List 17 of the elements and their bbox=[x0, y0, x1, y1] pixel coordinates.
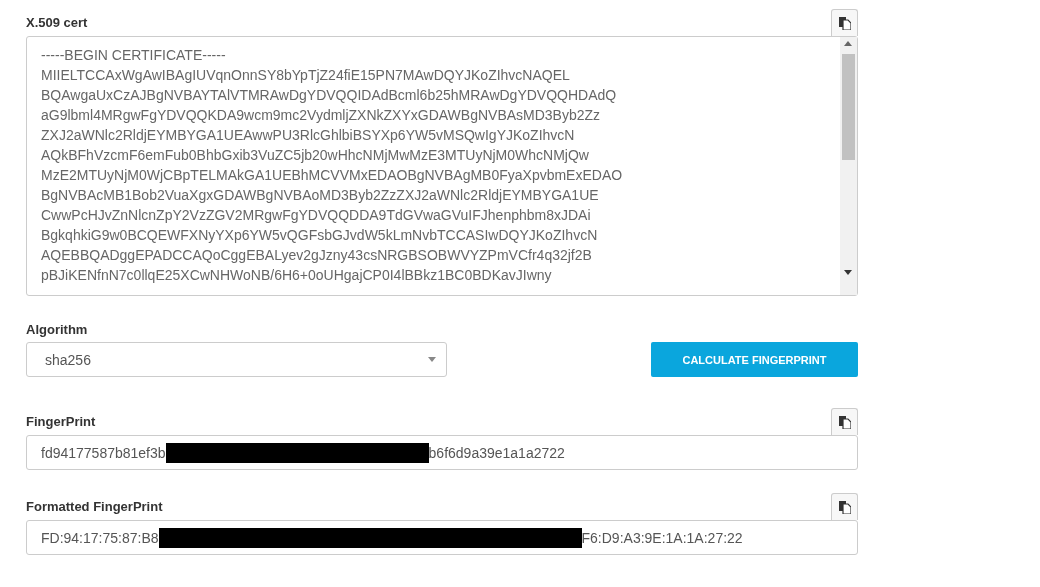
certificate-field[interactable]: -----BEGIN CERTIFICATE----- MIIELTCCAxWgAwIBAgIUVqnOnnSY8bYpTjZ24fiE15PN7MAwDQYJKoZIhvcNAQEL BQAwgaUxCzAJBgNVBAYTAlVTMRAwDgYDVQQIDAdBcml6b25hMRAwDgYDVQQHDAdQ aG9lbml4MRgwFgYDVQQKDA9wcm9mc2VydmljZXNkZXYxGDAWBgNVBAsMD3Byb2Zz ZXJ2aWNlc2RldjEYMBYGA1UEAwwPU3RlcGhlbiBSYXp6YW5vMSQwIgYJKoZIhvcN AQkBFhVzcmF6emFub0BhbGxib3VuZC5jb20wHhcNMjMwMzE3MTUyNjM0WhcNMjQw MzE2MTUyNjM0WjCBpTELMAkGA1UEBhMCVVMxEDAOBgNVBAgMB0FyaXpvbmExEDAO BgNVBAcMB1Bob2VuaXgxGDAWBgNVBAoMD3Byb2ZzZXJ2aWNlc2RldjEYMBYGA1UE CwwPcHJvZnNlcnZpY2VzZGV2MRgwFgYDVQQDDA9TdGVwaGVuIFJhenphbm8xJDAi BgkqhkiG9w0BCQEWFXNyYXp6YW5vQGFsbGJvdW5kLmNvbTCCASIwDQYJKoZIhvcN AQEBBQADggEPADCCAQoCggEBALyev2gJzny43csNRGBSOBWVYZPmVCfr4q32jf2B pBJiKENfnN7c0llqE25XCwNHWoNB/6H6+0oUHgajCP0I4lBBkz1BC0BDKavJIwny bbox=[26, 36, 858, 296]
field-label: Formatted FingerPrint bbox=[26, 499, 163, 516]
field-label: Algorithm bbox=[26, 322, 88, 339]
copy-icon bbox=[838, 16, 851, 30]
scroll-down-icon[interactable] bbox=[844, 270, 852, 275]
field-label: FingerPrint bbox=[26, 414, 96, 431]
fingerprint-field[interactable]: fd94177587b81ef3b b6f6d9a39e1a1a2722 bbox=[26, 435, 858, 470]
copy-button[interactable] bbox=[831, 493, 858, 520]
copy-button[interactable] bbox=[831, 408, 858, 435]
copy-icon bbox=[838, 500, 851, 514]
scroll-up-icon[interactable] bbox=[844, 41, 852, 46]
copy-button[interactable] bbox=[831, 9, 858, 36]
scrollbar[interactable] bbox=[840, 37, 857, 295]
field-label: X.509 cert bbox=[26, 15, 88, 32]
copy-icon bbox=[838, 415, 851, 429]
fingerprint-field[interactable]: FD:94:17:75:87:B8 F6:D9:A3:9E:1A:1A:27:22 bbox=[26, 520, 858, 555]
algorithm-select[interactable]: sha256 bbox=[26, 342, 447, 377]
